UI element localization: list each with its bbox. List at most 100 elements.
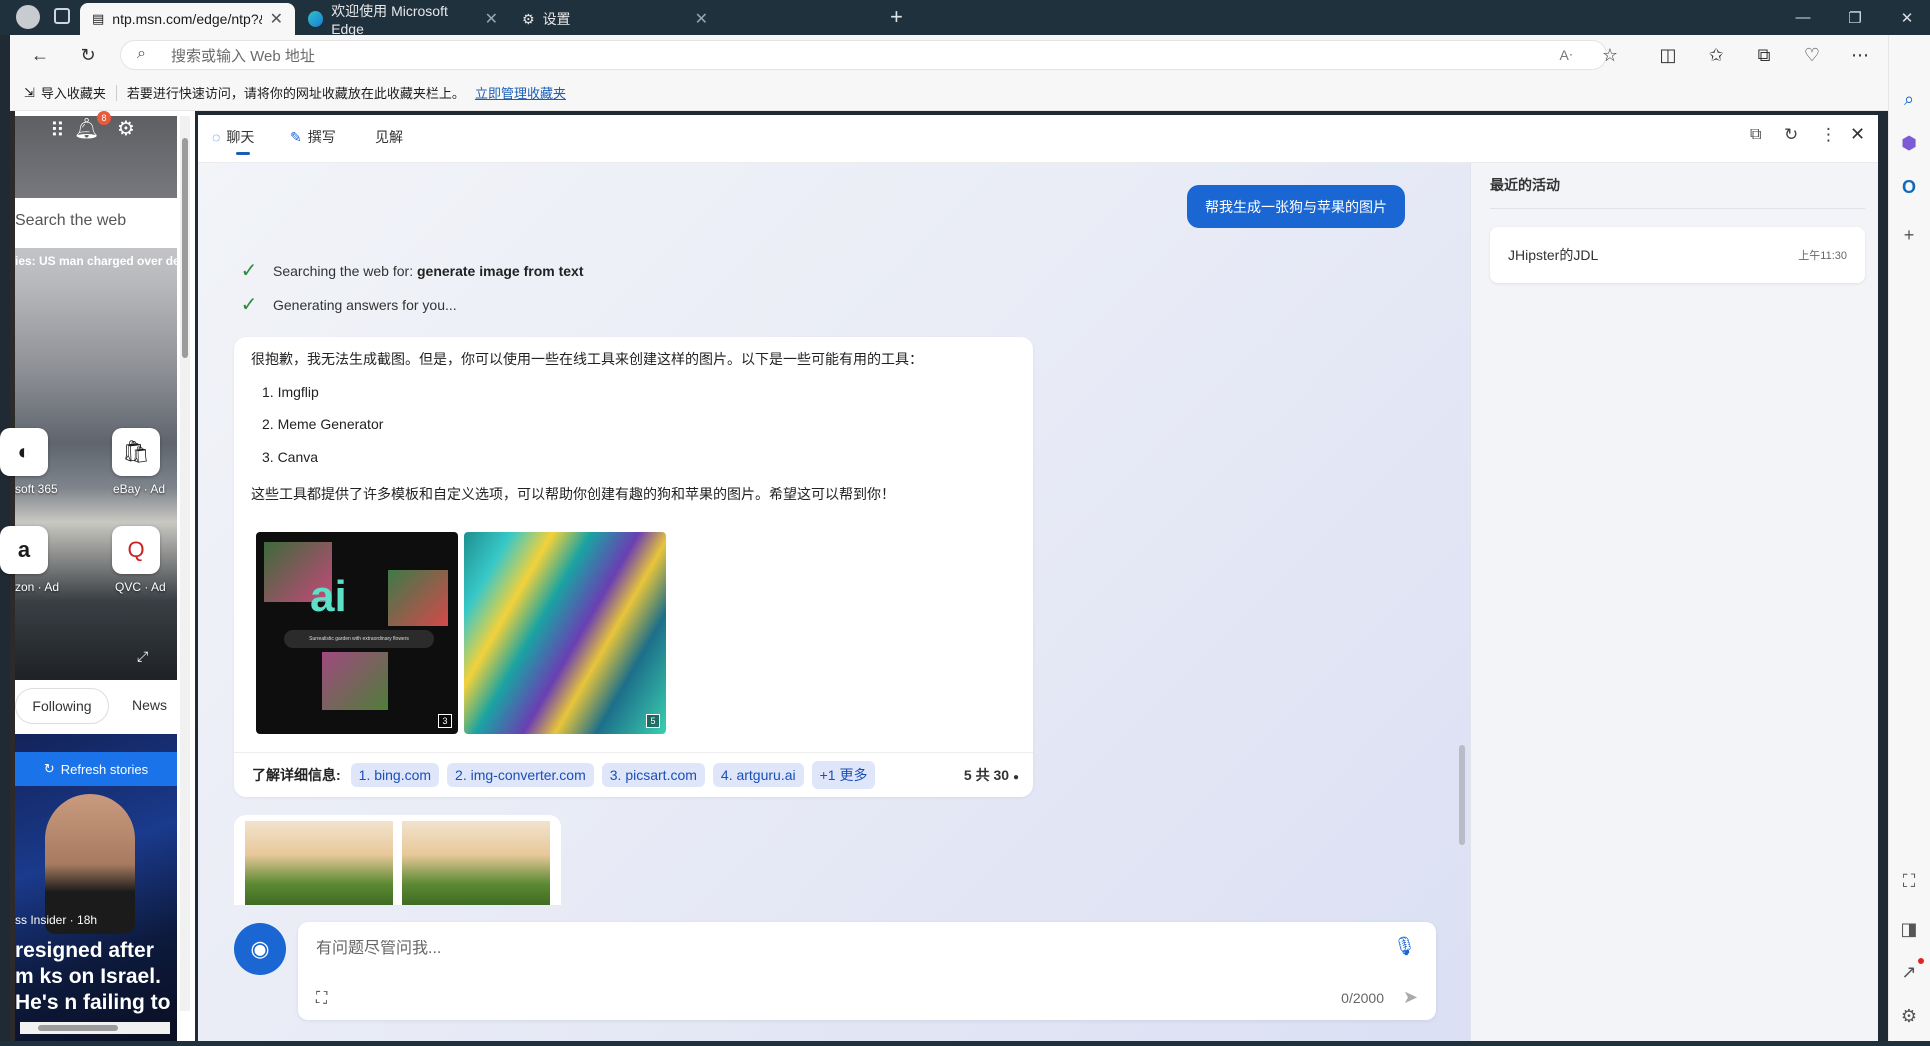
activity-time: 上午11:30 <box>1798 250 1847 262</box>
user-message: 帮我生成一张狗与苹果的图片 <box>1187 185 1405 228</box>
expand-icon[interactable]: ⤢ <box>137 648 148 665</box>
result-image-abstract-paint[interactable]: 5 <box>464 532 666 734</box>
split-screen-icon[interactable]: ◫ <box>1652 39 1684 71</box>
horizontal-scrollbar[interactable] <box>20 1022 170 1034</box>
amazon-tile[interactable]: a <box>0 526 48 574</box>
list-item: 1. Imgflip <box>262 384 319 400</box>
new-topic-button[interactable]: ◉ <box>234 923 286 975</box>
add-app-icon[interactable]: + <box>1892 218 1926 252</box>
scroll-thumb[interactable] <box>38 1025 118 1031</box>
source-link[interactable]: 1. bing.com <box>350 763 440 787</box>
minimize-button[interactable]: — <box>1780 0 1826 35</box>
refresh-label: Refresh stories <box>60 761 149 777</box>
refresh-icon: ↻ <box>43 761 55 776</box>
pager-text: 5 共 30 <box>963 767 1010 783</box>
dog-image[interactable] <box>245 821 393 905</box>
dog-images-card <box>234 815 561 905</box>
story-headline[interactable]: resigned after m ks on Israel. He's n fa… <box>15 938 177 1018</box>
more-options-icon[interactable]: ⋮ <box>1820 125 1837 145</box>
prompt-pill: Surrealistic garden with extraordinary f… <box>284 630 434 648</box>
refresh-button[interactable]: ↻ <box>72 39 104 71</box>
collections-icon[interactable]: ⧉ <box>1748 39 1780 71</box>
ebay-tile[interactable]: 🛍︎ <box>112 428 160 476</box>
browser-essentials-icon[interactable]: ♡ <box>1796 39 1828 71</box>
status-query: generate image from text <box>416 262 584 279</box>
close-window-button[interactable]: ✕ <box>1884 0 1930 35</box>
tile-label: eBay · Ad <box>113 482 166 496</box>
search-icon[interactable]: ⌕ <box>1892 82 1926 116</box>
tab-chat[interactable]: ◌ 聊天 <box>212 127 254 155</box>
tab-settings[interactable]: ⚙ 设置 ✕ <box>510 3 720 35</box>
tab-following[interactable]: Following <box>15 688 109 724</box>
recent-activity-pane <box>1470 163 1878 1041</box>
tab-strip: ▤ ntp.msn.com/edge/ntp?&form= ✕ 欢迎使用 Mic… <box>0 0 1930 37</box>
microsoft365-tile[interactable]: ◐ <box>0 428 48 476</box>
ticker-headline[interactable]: ies: US man charged over de <box>15 254 177 268</box>
activity-title: JHipster的JDL <box>1508 247 1599 263</box>
qvc-tile[interactable]: Q <box>112 526 160 574</box>
close-tab-icon[interactable]: ✕ <box>485 9 498 29</box>
tab-news[interactable]: News <box>132 697 167 713</box>
favorite-star-icon[interactable]: ☆ <box>1594 39 1626 71</box>
more-sources-button[interactable]: +1 更多 <box>811 761 876 789</box>
page-icon: ▤ <box>92 11 105 26</box>
refresh-stories-button[interactable]: ↻ Refresh stories <box>15 752 177 786</box>
back-button[interactable]: ← <box>24 39 56 71</box>
copilot-apps-icon[interactable]: ⬢ <box>1892 126 1926 160</box>
hide-sidebar-icon[interactable]: ◨ <box>1892 912 1926 946</box>
window-bottom-edge <box>0 1041 1930 1046</box>
notification-dot <box>1918 958 1924 964</box>
microphone-icon[interactable]: 🎙︎ <box>1393 936 1416 957</box>
new-tab-button[interactable]: + <box>890 4 903 30</box>
source-link[interactable]: 3. picsart.com <box>601 763 705 787</box>
copilot-header <box>198 115 1878 163</box>
source-link[interactable]: 4. artguru.ai <box>712 763 804 787</box>
import-favorites-button[interactable]: 导入收藏夹 <box>41 83 106 102</box>
ai-logo: ai <box>310 572 347 621</box>
tab-insights[interactable]: 见解 <box>375 127 403 147</box>
recent-activity-title: 最近的活动 <box>1490 177 1560 193</box>
tile-label: zon · Ad <box>15 580 60 594</box>
restore-button[interactable]: ❐ <box>1832 0 1878 35</box>
tab-welcome[interactable]: 欢迎使用 Microsoft Edge ✕ <box>296 3 510 37</box>
open-in-tab-icon[interactable]: ⧉ <box>1750 126 1761 144</box>
read-aloud-icon[interactable]: Aᐧ <box>1550 39 1582 71</box>
page-settings-icon[interactable]: ⚙ <box>117 116 135 141</box>
more-menu-icon[interactable]: ⋯ <box>1844 39 1876 71</box>
address-bar[interactable]: ⌕ 搜索或输入 Web 地址 <box>120 40 1607 70</box>
apps-grid-icon[interactable]: ⠿ <box>50 118 65 143</box>
recent-activity-item[interactable]: JHipster的JDL 上午11:30 <box>1490 227 1865 283</box>
scroll-thumb[interactable] <box>182 138 188 358</box>
check-icon: ✓ <box>240 260 258 282</box>
profile-avatar[interactable] <box>16 5 40 29</box>
web-search-input[interactable]: Search the web <box>15 212 177 234</box>
close-panel-icon[interactable]: ✕ <box>1850 124 1865 145</box>
manage-favorites-link[interactable]: 立即管理收藏夹 <box>475 83 566 102</box>
gear-icon: ⚙ <box>522 10 535 27</box>
chat-input[interactable] <box>316 940 1366 958</box>
send-icon[interactable]: ➤ <box>1403 987 1418 1008</box>
story-source: ss Insider · 18h <box>15 913 98 927</box>
dog-image[interactable] <box>402 821 550 905</box>
flower-photo <box>322 652 388 710</box>
result-image-ai-garden[interactable]: ai Surrealistic garden with extraordinar… <box>256 532 458 734</box>
outlook-icon[interactable]: O <box>1892 170 1926 204</box>
favorites-icon[interactable]: ✩ <box>1700 39 1732 71</box>
sidebar-settings-icon[interactable]: ⚙ <box>1892 999 1926 1033</box>
answer-outro: 这些工具都提供了许多模板和自定义选项，可以帮助你创建有趣的狗和苹果的图片。希望这… <box>251 486 895 502</box>
tab-msn[interactable]: ▤ ntp.msn.com/edge/ntp?&form= ✕ <box>80 3 295 35</box>
close-tab-icon[interactable]: ✕ <box>695 9 708 29</box>
source-link[interactable]: 2. img-converter.com <box>447 763 594 787</box>
flower-photo <box>388 570 448 626</box>
address-placeholder: 搜索或输入 Web 地址 <box>171 47 315 65</box>
notifications-bell-icon[interactable]: 🔔︎ <box>74 116 99 141</box>
tab-compose[interactable]: ✎ 撰写 <box>290 127 336 147</box>
close-tab-icon[interactable]: ✕ <box>270 9 283 29</box>
screenshot-capture-icon[interactable]: ⛶ <box>1892 864 1926 898</box>
page-scrollbar[interactable] <box>180 116 190 1011</box>
dot-icon: ● <box>1012 772 1019 783</box>
refresh-chat-icon[interactable]: ↻ <box>1784 125 1798 145</box>
screenshot-icon[interactable]: ⛶ <box>316 990 327 1008</box>
tab-actions-icon[interactable] <box>54 8 70 24</box>
chat-scrollbar[interactable] <box>1459 745 1465 845</box>
